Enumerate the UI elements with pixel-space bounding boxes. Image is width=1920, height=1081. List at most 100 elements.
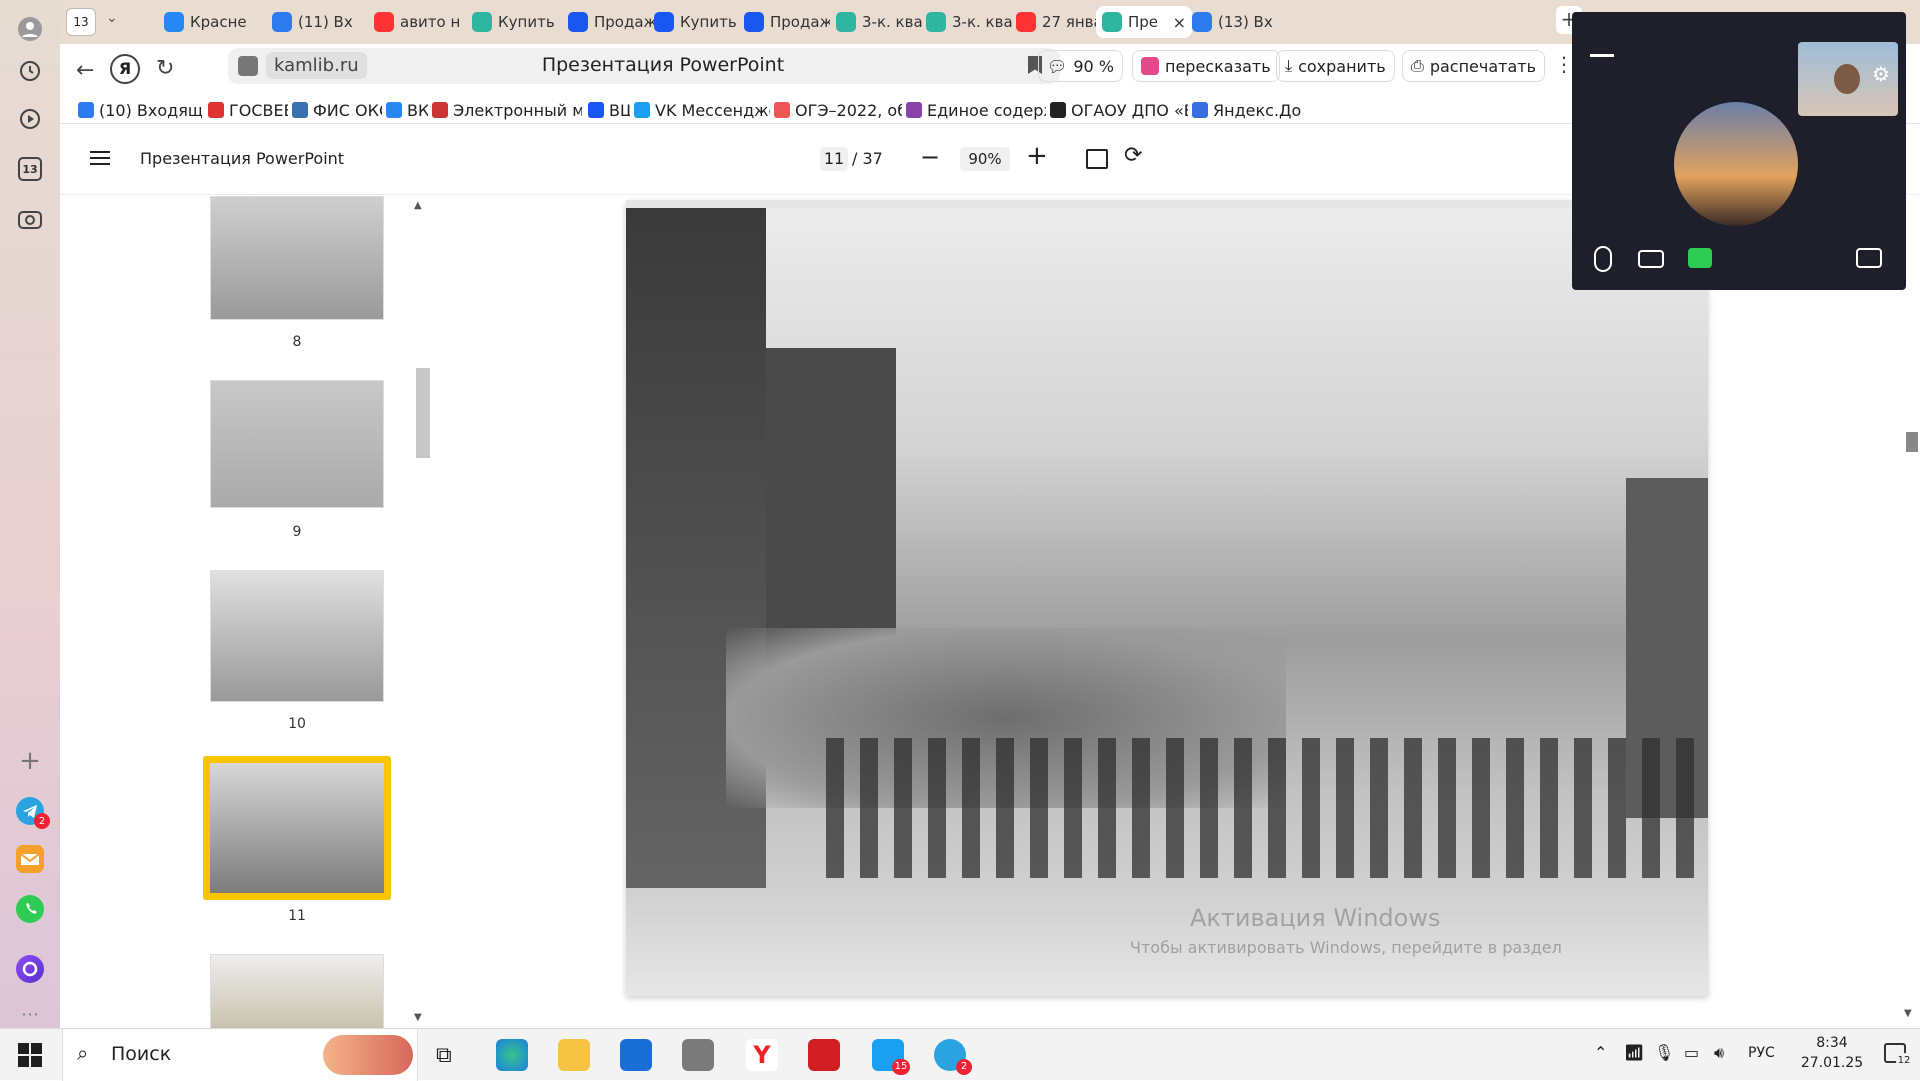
camera-icon[interactable]: [1638, 250, 1664, 268]
print-button[interactable]: ⎙ распечатать: [1402, 50, 1546, 82]
volume-icon[interactable]: 🔊︎: [1714, 1043, 1724, 1063]
bookmark-favicon-icon: [78, 102, 94, 118]
thumbnail-9[interactable]: [210, 380, 384, 508]
history-icon[interactable]: [11, 52, 49, 90]
menu-icon[interactable]: [90, 151, 110, 165]
messenger-icon[interactable]: 15: [872, 1039, 910, 1075]
tab-4[interactable]: Купить: [466, 6, 558, 38]
bookmark-item[interactable]: VK Мессенджер: [634, 99, 770, 121]
whatsapp-icon[interactable]: [11, 890, 49, 928]
minimize-icon[interactable]: [1590, 54, 1614, 57]
lock-icon[interactable]: [238, 56, 258, 76]
clock-date[interactable]: 27.01.25: [1790, 1055, 1874, 1071]
telegram-icon[interactable]: 2: [11, 792, 50, 830]
bookmark-label: ВШ: [609, 100, 630, 120]
rotate-icon[interactable]: ⟳: [1124, 143, 1142, 168]
tab-3[interactable]: авито н: [368, 6, 460, 38]
tab-11[interactable]: Пре ×: [1096, 6, 1192, 38]
windows-start-icon[interactable]: [18, 1043, 42, 1067]
bookmark-item[interactable]: Яндекс.Док: [1192, 99, 1302, 121]
bookmark-item[interactable]: ОГЭ–2022, общес: [774, 99, 902, 121]
domain-chip[interactable]: kamlib.ru: [266, 52, 367, 79]
thumbnail-12[interactable]: [210, 954, 384, 1028]
save-button[interactable]: ⤓ сохранить: [1276, 50, 1395, 82]
scroll-down-icon[interactable]: ▼: [414, 1012, 422, 1023]
mic-tray-icon[interactable]: 🎙︎: [1654, 1043, 1674, 1062]
telegram-taskbar-icon[interactable]: 2: [934, 1039, 972, 1075]
alice-icon[interactable]: [11, 950, 49, 988]
bookmark-item[interactable]: ВШ: [588, 99, 630, 121]
mail-app-icon[interactable]: [11, 840, 49, 878]
notifications-icon[interactable]: 12: [1884, 1043, 1912, 1069]
battery-icon[interactable]: ▭: [1684, 1043, 1699, 1062]
tab-7[interactable]: Продаж: [738, 6, 830, 38]
zoom-out-icon[interactable]: −: [920, 143, 940, 171]
explorer-icon[interactable]: [558, 1039, 590, 1071]
settings-gear-icon[interactable]: ⚙: [1872, 62, 1890, 86]
tab-8[interactable]: 3-к. ква: [830, 6, 922, 38]
bookmark-item[interactable]: ГОСВЕБ: [208, 99, 288, 121]
tab-1[interactable]: Красне: [158, 6, 250, 38]
sidebar-rail: 13 + 2 ⋯: [0, 0, 60, 1028]
thumbnail-11-selected[interactable]: [203, 756, 391, 900]
close-tab-icon[interactable]: ×: [1173, 13, 1186, 32]
reload-icon[interactable]: ↻: [156, 56, 174, 81]
tray-chevron-icon[interactable]: ⌃: [1594, 1043, 1607, 1062]
screenshot-icon[interactable]: [11, 200, 49, 238]
telegram-taskbar-badge: 2: [956, 1059, 972, 1075]
profile-icon[interactable]: [11, 10, 49, 48]
zoom-chip[interactable]: 💬︎ 90 %: [1038, 50, 1123, 82]
microphone-icon[interactable]: [1594, 246, 1612, 272]
fit-page-icon[interactable]: [1086, 149, 1108, 169]
tab-9[interactable]: 3-к. ква: [920, 6, 1012, 38]
tab-12[interactable]: (13) Вх: [1186, 6, 1278, 38]
screen-share-icon[interactable]: [1688, 248, 1712, 268]
tab-6[interactable]: Купить: [648, 6, 740, 38]
play-icon[interactable]: [11, 100, 49, 138]
network-icon[interactable]: 📶︎: [1624, 1043, 1644, 1062]
bookmark-item[interactable]: ОГАОУ ДПО «Бел: [1050, 99, 1188, 121]
scroll-up-icon[interactable]: ▲: [414, 200, 422, 211]
tabs-count-icon[interactable]: 13: [11, 150, 49, 188]
bookmark-label: ОГАОУ ДПО «Бел: [1071, 100, 1188, 120]
taskbar-search[interactable]: ⌕ Поиск: [62, 1029, 418, 1081]
back-icon[interactable]: ←: [76, 58, 94, 83]
thumbnail-number: 8: [292, 334, 302, 350]
calculator-icon[interactable]: [682, 1039, 714, 1071]
thumbnail-scrollbar[interactable]: [416, 368, 430, 458]
zoom-in-icon[interactable]: +: [1026, 141, 1048, 171]
main-scrollbar[interactable]: [1906, 432, 1918, 452]
thumbnail-10[interactable]: [210, 570, 384, 702]
yandex-browser-icon[interactable]: Y: [746, 1039, 778, 1071]
pip-exit-icon[interactable]: [1856, 248, 1882, 268]
zoom-input[interactable]: 90%: [960, 147, 1010, 171]
chevron-down-icon[interactable]: ⌄: [106, 10, 118, 26]
tab-counter[interactable]: 13: [66, 8, 96, 36]
bookmark-item[interactable]: (10) Входящие - П: [78, 99, 202, 121]
retell-button[interactable]: пересказать: [1132, 50, 1280, 82]
add-icon[interactable]: +: [11, 742, 49, 780]
participant-avatar: [1674, 102, 1798, 226]
acrobat-icon[interactable]: [808, 1039, 840, 1071]
store-icon[interactable]: [620, 1039, 652, 1071]
tab-10[interactable]: 27 янва: [1010, 6, 1102, 38]
bookmark-item[interactable]: Единое содержан: [906, 99, 1046, 121]
address-bar[interactable]: kamlib.ru Презентация PowerPoint: [228, 48, 1060, 84]
tab-2[interactable]: (11) Вх: [266, 6, 358, 38]
more-menu-icon[interactable]: ⋮: [1554, 52, 1574, 76]
tab-5[interactable]: Продаж: [562, 6, 654, 38]
comment-icon: 💬︎: [1047, 56, 1068, 76]
language-indicator[interactable]: РУС: [1748, 1045, 1775, 1061]
edge-icon[interactable]: [496, 1039, 528, 1071]
bookmark-item[interactable]: Электронный мон: [432, 99, 582, 121]
yandex-icon[interactable]: Я: [110, 54, 140, 84]
task-view-icon[interactable]: ⧉: [436, 1043, 452, 1068]
bookmark-item[interactable]: ФИС ОКО: [292, 99, 382, 121]
thumbnail-8[interactable]: [210, 196, 384, 320]
tab-label: (11) Вх: [298, 13, 353, 31]
clock-time[interactable]: 8:34: [1796, 1035, 1868, 1051]
main-scroll-down-icon[interactable]: ▼: [1904, 1008, 1912, 1019]
bookmark-favicon-icon: [634, 102, 650, 118]
page-input[interactable]: 11: [820, 147, 848, 171]
bookmark-item[interactable]: ВК: [386, 99, 428, 121]
